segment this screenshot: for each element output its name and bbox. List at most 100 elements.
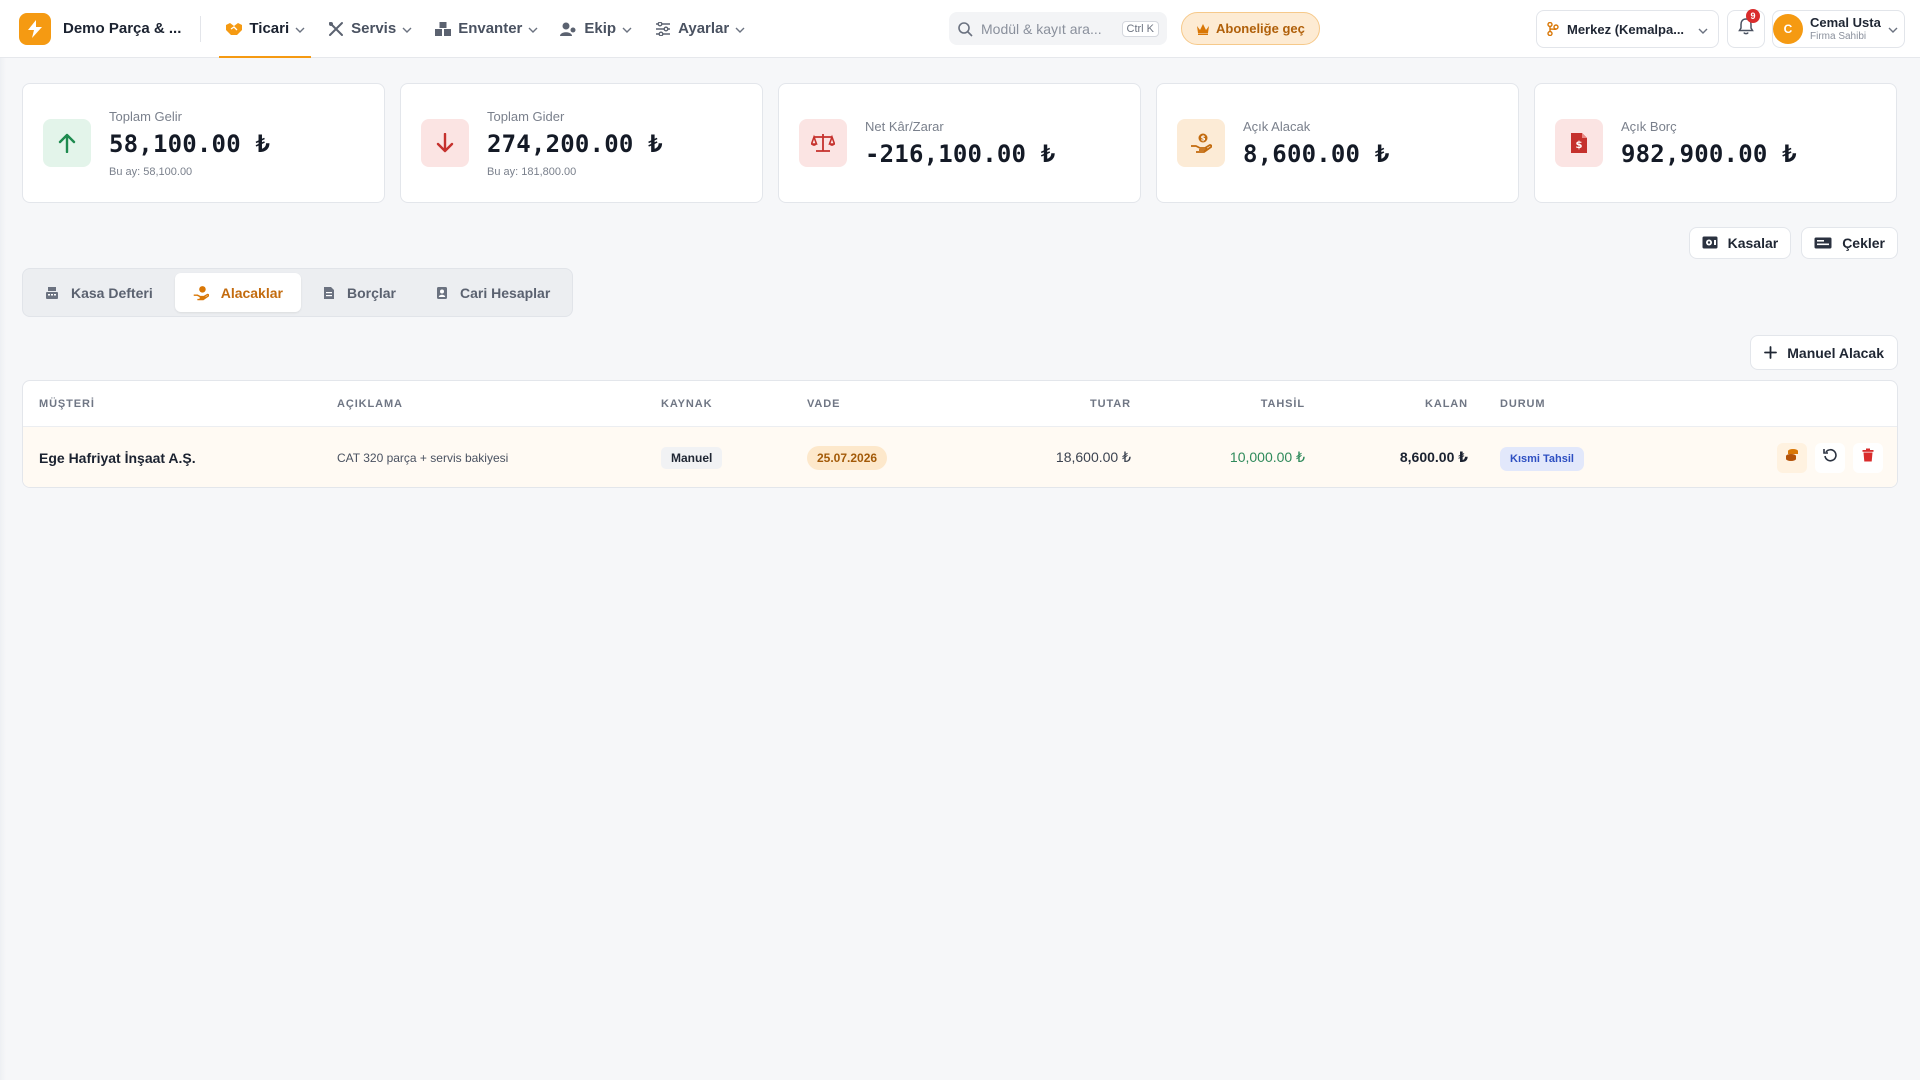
add-button-label: Manuel Alacak <box>1787 344 1884 361</box>
search-icon <box>957 21 973 37</box>
coins-icon <box>1785 448 1799 467</box>
delete-button[interactable] <box>1853 442 1883 473</box>
tab-label: Cari Hesaplar <box>460 284 551 301</box>
chevron-down-icon <box>528 20 538 37</box>
collect-payment-button[interactable] <box>1777 442 1807 473</box>
user-info: Cemal Usta Firma Sahibi <box>1810 15 1888 42</box>
nav-label: Envanter <box>458 20 523 37</box>
due-date-badge: 25.07.2026 <box>807 445 888 470</box>
nav-item-envanter[interactable]: Envanter <box>428 0 544 58</box>
nav-item-ekip[interactable]: Ekip <box>554 0 638 58</box>
chevron-down-icon <box>622 20 632 37</box>
invoice-icon <box>323 286 335 300</box>
column-header-kaynak[interactable]: KAYNAK <box>661 398 712 410</box>
trash-icon <box>1862 448 1874 467</box>
stat-subtext: Bu ay: 181,800.00 <box>487 165 577 178</box>
add-manual-receivable-button[interactable]: Manuel Alacak <box>1750 335 1898 370</box>
status-label: Kısmi Tahsil <box>1500 446 1584 471</box>
boxes-icon <box>434 20 452 38</box>
check-money-icon <box>1814 237 1832 249</box>
upgrade-button[interactable]: Aboneliğe geç <box>1181 12 1320 45</box>
nav-item-ayarlar[interactable]: Ayarlar <box>648 0 751 58</box>
source-label: Manuel <box>661 446 723 469</box>
kasalar-label: Kasalar <box>1727 235 1779 251</box>
column-header-tutar[interactable]: TUTAR <box>1090 398 1131 410</box>
stat-value: 58,100.00 ₺ <box>109 129 271 158</box>
description: CAT 320 parça + servis bakiyesi <box>337 450 509 465</box>
source-badge: Manuel <box>661 446 723 469</box>
tab-borclar[interactable]: Borçlar <box>305 273 414 312</box>
column-header-aciklama[interactable]: AÇIKLAMA <box>337 398 403 410</box>
chevron-down-icon <box>735 20 745 37</box>
nav-item-ticari[interactable]: Ticari <box>219 0 311 58</box>
sliders-icon <box>654 20 672 38</box>
users-icon <box>560 20 578 38</box>
receivables-table: MÜŞTERİ AÇIKLAMA KAYNAK VADE TUTAR TAHSİ… <box>22 380 1898 488</box>
column-header-durum[interactable]: DURUM <box>1500 398 1545 410</box>
cekler-button[interactable]: Çekler <box>1801 227 1898 259</box>
tab-kasa-defteri[interactable]: Kasa Defteri <box>27 273 171 312</box>
nav-label: Ticari <box>249 20 290 37</box>
stat-card-net-kar-zarar: Net Kâr/Zarar -216,100.00 ₺ <box>778 83 1141 203</box>
svg-text:$: $ <box>1576 140 1583 151</box>
stat-label: Açık Borç <box>1621 118 1677 134</box>
stat-subtext: Bu ay: 58,100.00 <box>109 165 193 178</box>
search-placeholder: Modül & kayıt ara... <box>981 20 1102 37</box>
chevron-down-icon <box>1888 20 1898 38</box>
divider <box>200 15 202 42</box>
shortcut-hint: Ctrl K <box>1121 20 1159 37</box>
lightning-logo-icon <box>19 12 51 45</box>
hand-coin-icon <box>193 285 209 301</box>
tab-label: Alacaklar <box>220 284 283 301</box>
status-badge: Kısmi Tahsil <box>1500 446 1584 471</box>
notification-count-badge: 9 <box>1746 9 1760 23</box>
column-header-tahsil[interactable]: TAHSİL <box>1261 398 1305 410</box>
user-role: Firma Sahibi <box>1810 30 1867 42</box>
safe-icon <box>1702 236 1718 250</box>
stat-value: 982,900.00 ₺ <box>1621 139 1797 168</box>
cash-register-icon <box>45 286 59 300</box>
nav-item-servis[interactable]: Servis <box>321 0 418 58</box>
search-input[interactable]: Modül & kayıt ara... Ctrl K <box>949 12 1167 45</box>
page-edge <box>0 58 6 1080</box>
undo-history-icon <box>1823 448 1837 467</box>
stat-label: Net Kâr/Zarar <box>865 118 944 134</box>
brand[interactable]: Demo Parça & ... <box>19 0 181 58</box>
due-date: 25.07.2026 <box>807 445 888 470</box>
top-navigation-bar: Demo Parça & ... Ticari Servis Envanter … <box>0 0 1920 58</box>
branch-selector[interactable]: Merkez (Kemalpa... <box>1536 10 1719 48</box>
table-row[interactable]: Ege Hafriyat İnşaat A.Ş. CAT 320 parça +… <box>23 427 1897 487</box>
stat-value: 8,600.00 ₺ <box>1243 139 1390 168</box>
row-actions <box>1777 442 1883 473</box>
column-header-musteri[interactable]: MÜŞTERİ <box>39 398 95 410</box>
stat-card-acik-borc: $ Açık Borç 982,900.00 ₺ <box>1534 83 1897 203</box>
chevron-down-icon <box>295 20 305 37</box>
upgrade-label: Aboneliğe geç <box>1216 21 1305 36</box>
stat-card-toplam-gelir: Toplam Gelir 58,100.00 ₺ Bu ay: 58,100.0… <box>22 83 385 203</box>
collected-amount: 10,000.00 ₺ <box>1229 449 1305 465</box>
customer-name[interactable]: Ege Hafriyat İnşaat A.Ş. <box>39 450 196 466</box>
invoice-dollar-icon: $ <box>1555 119 1603 167</box>
history-button[interactable] <box>1815 442 1845 473</box>
scale-icon <box>799 119 847 167</box>
chevron-down-icon <box>402 20 412 37</box>
amount: 18,600.00 ₺ <box>1055 449 1131 465</box>
stat-label: Toplam Gelir <box>109 108 182 124</box>
tab-cari-hesaplar[interactable]: Cari Hesaplar <box>418 273 568 312</box>
nav-label: Ekip <box>584 20 617 37</box>
svg-text:$: $ <box>1201 135 1206 143</box>
stat-card-toplam-gider: Toplam Gider 274,200.00 ₺ Bu ay: 181,800… <box>400 83 763 203</box>
table-header: MÜŞTERİ AÇIKLAMA KAYNAK VADE TUTAR TAHSİ… <box>23 381 1897 427</box>
arrow-up-icon <box>43 119 91 167</box>
column-header-vade[interactable]: VADE <box>807 398 840 410</box>
arrow-down-icon <box>421 119 469 167</box>
crown-icon <box>1196 23 1210 35</box>
quick-links: Kasalar Çekler <box>1688 227 1898 259</box>
notifications-button[interactable]: 9 <box>1727 9 1765 48</box>
user-menu[interactable]: C Cemal Usta Firma Sahibi <box>1772 10 1905 48</box>
tab-alacaklar[interactable]: Alacaklar <box>174 273 301 312</box>
kasalar-button[interactable]: Kasalar <box>1688 227 1792 259</box>
handshake-icon <box>225 20 243 38</box>
remaining-amount: 8,600.00 ₺ <box>1399 449 1468 465</box>
column-header-kalan[interactable]: KALAN <box>1425 398 1468 410</box>
